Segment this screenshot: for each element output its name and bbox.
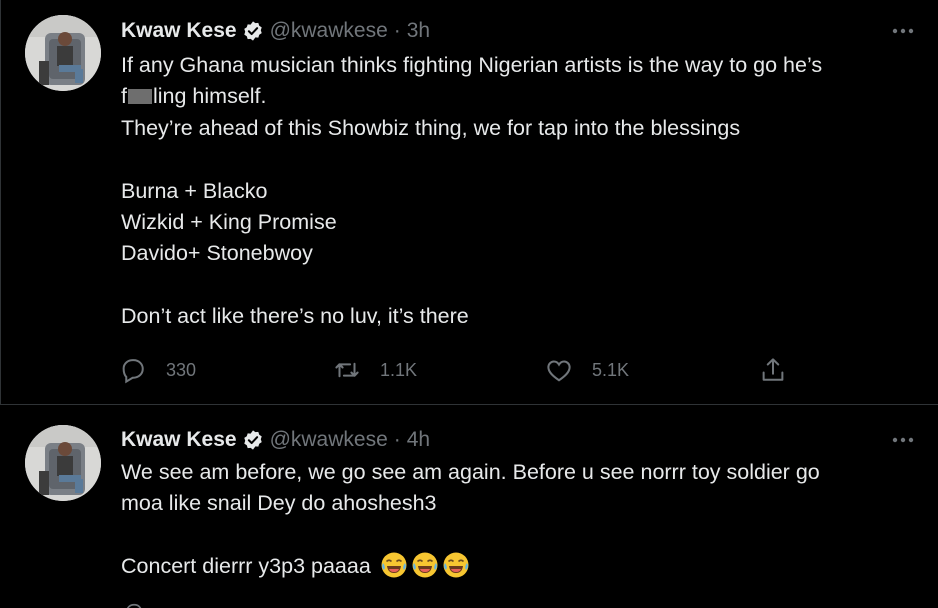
censor-block <box>127 89 152 105</box>
laughing-tears-emoji-icon <box>411 551 439 579</box>
avatar[interactable] <box>25 425 101 501</box>
tweet-line: Davido+ Stonebwoy <box>121 241 313 266</box>
verified-badge-icon <box>242 20 264 42</box>
author-name[interactable]: Kwaw Kese <box>121 19 237 43</box>
tweet[interactable]: Kwaw Kese @kwawkese · 3h If any Ghana mu… <box>0 0 938 405</box>
avatar[interactable] <box>25 15 101 91</box>
tweet-actions: 330 1.1K 5.1K <box>118 354 798 386</box>
laughing-tears-emoji-icon <box>442 551 470 579</box>
reply-count: 330 <box>166 359 197 380</box>
reply-button[interactable]: 330 <box>118 354 196 386</box>
tweet-line <box>121 270 911 301</box>
verified-badge-icon <box>242 429 264 451</box>
timestamp[interactable]: 4h <box>407 428 430 452</box>
tweet-line: They’re ahead of this Showbiz thing, we … <box>121 115 741 140</box>
share-button[interactable] <box>758 354 788 386</box>
tweet-line <box>121 144 911 175</box>
tweet-header: Kwaw Kese @kwawkese · 3h <box>121 16 938 46</box>
author-handle[interactable]: @kwawkese <box>270 428 388 452</box>
reply-icon[interactable] <box>123 601 145 608</box>
tweet-line: Concert dierrr y3p3 paaaa <box>121 551 911 582</box>
share-icon <box>762 358 784 381</box>
like-icon <box>547 360 571 382</box>
author-name[interactable]: Kwaw Kese <box>121 428 237 452</box>
separator: · <box>393 428 401 451</box>
tweet-line: Wizkid + King Promise <box>121 210 337 235</box>
reply-icon <box>122 359 144 384</box>
retweet-icon <box>335 362 359 378</box>
tweet-line: moa like snail Dey do ahoshesh3 <box>121 491 437 516</box>
like-count: 5.1K <box>592 359 630 380</box>
tweet-line: Don’t act like there’s no luv, it’s ther… <box>121 304 469 329</box>
tweet-line <box>121 520 911 551</box>
like-button[interactable]: 5.1K <box>544 354 629 386</box>
laughing-tears-emoji-icon <box>380 551 408 579</box>
tweet-line: We see am before, we go see am again. Be… <box>121 460 820 484</box>
tweet-header: Kwaw Kese @kwawkese · 4h <box>121 425 938 455</box>
tweet-text: We see am before, we go see am again. Be… <box>121 457 911 583</box>
tweet-line: If any Ghana musician thinks fighting Ni… <box>121 53 823 77</box>
author-handle[interactable]: @kwawkese <box>270 19 388 43</box>
tweet-text: If any Ghana musician thinks fighting Ni… <box>121 50 911 333</box>
retweet-count: 1.1K <box>380 359 418 380</box>
tweet-line: f ling himself. <box>121 84 267 109</box>
separator: · <box>393 19 401 42</box>
more-options-icon[interactable] <box>890 427 916 453</box>
tweet-line: Burna + Blacko <box>121 178 268 203</box>
more-options-icon[interactable] <box>890 18 916 44</box>
retweet-button[interactable]: 1.1K <box>332 354 417 386</box>
timestamp[interactable]: 3h <box>407 19 430 43</box>
